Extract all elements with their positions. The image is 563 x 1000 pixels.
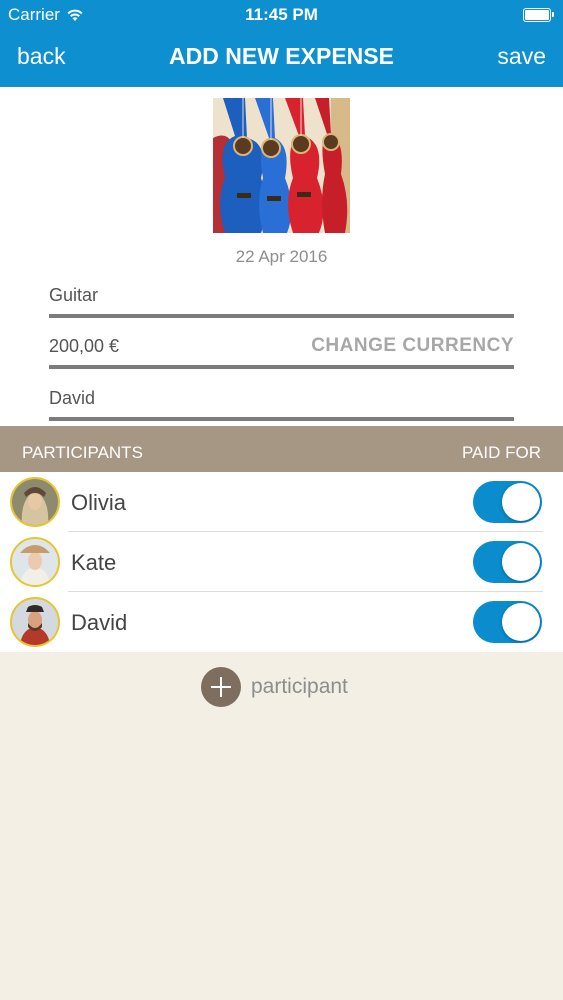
avatar: [10, 477, 60, 527]
participant-name: Olivia: [71, 490, 127, 515]
plus-icon: [201, 667, 241, 707]
paid-for-toggle[interactable]: [473, 601, 542, 643]
expense-name-value: Guitar: [49, 285, 99, 305]
participant-name: David: [71, 610, 128, 635]
participants-header-label: PARTICIPANTS: [22, 443, 143, 462]
participant-row: Kate: [0, 532, 563, 592]
expense-date[interactable]: 22 Apr 2016: [0, 247, 563, 267]
paid-by-value: David: [49, 388, 96, 408]
paid-by-field[interactable]: David: [49, 387, 514, 421]
participant-name: Kate: [71, 550, 117, 575]
avatar: [10, 597, 60, 647]
paid-for-toggle[interactable]: [473, 481, 542, 523]
expense-form: 22 Apr 2016 Guitar 200,00 € CHANGE CURRE…: [0, 87, 563, 426]
amount-field[interactable]: 200,00 € CHANGE CURRENCY: [49, 335, 514, 369]
back-button[interactable]: back: [17, 43, 66, 70]
guitars-image: [213, 98, 350, 233]
participants-header: PARTICIPANTS PAID FOR: [0, 426, 563, 472]
navigation-bar: back ADD NEW EXPENSE save: [0, 30, 563, 87]
add-participant-label: participant: [251, 675, 348, 698]
participant-list: Olivia Kate David: [0, 472, 563, 652]
avatar: [10, 537, 60, 587]
change-currency-button[interactable]: CHANGE CURRENCY: [311, 335, 514, 357]
status-time: 11:45 PM: [245, 5, 318, 24]
paid-for-toggle[interactable]: [473, 541, 542, 583]
battery-icon: [523, 8, 554, 22]
add-participant-button[interactable]: participant: [201, 666, 348, 708]
paid-for-header-label: PAID FOR: [461, 443, 541, 462]
amount-value: 200,00 €: [49, 336, 120, 356]
status-bar: Carrier 11:45 PM: [0, 0, 563, 30]
expense-name-field[interactable]: Guitar: [49, 284, 514, 318]
participant-row: David: [0, 592, 563, 652]
page-title: ADD NEW EXPENSE: [169, 43, 394, 69]
save-button[interactable]: save: [497, 43, 546, 70]
participant-row: Olivia: [0, 472, 563, 532]
expense-photo[interactable]: [213, 98, 350, 233]
